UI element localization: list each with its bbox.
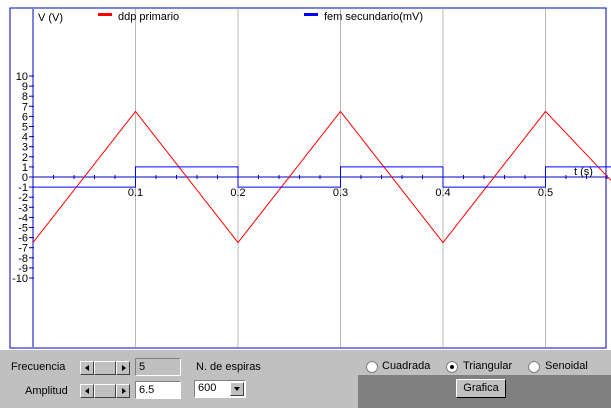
amplitud-increase-button[interactable] <box>116 384 130 398</box>
legend-label: ddp primario <box>118 11 179 23</box>
y-tick-label: -10 <box>12 273 28 285</box>
espiras-select[interactable]: 600 <box>194 380 246 398</box>
radio-cuadrada[interactable] <box>366 361 378 373</box>
x-tick-label: 0.2 <box>230 187 245 199</box>
legend-swatch <box>304 13 318 16</box>
amplitud-input[interactable]: 6.5 <box>135 381 181 399</box>
x-tick-label: 0.5 <box>538 187 553 199</box>
legend-swatch <box>98 13 112 16</box>
plot-area: 10 9 8 7 6 5 4 3 2 1 0 -1 -2 -3 -4 -5 -6 -7 -8 -9 -10 0.1 0.2 0… <box>0 0 611 350</box>
chevron-down-icon[interactable] <box>230 382 244 396</box>
frecuencia-label: Frecuencia <box>11 361 66 373</box>
espiras-label: N. de espiras <box>196 361 261 373</box>
x-tick-label: 0.1 <box>128 187 143 199</box>
x-tick-label: 0.3 <box>333 187 348 199</box>
amplitud-scroll-track[interactable] <box>94 384 116 398</box>
amplitud-label: Amplitud <box>25 385 68 397</box>
y-axis-label: V (V) <box>38 12 63 24</box>
x-axis-label: t (s) <box>574 166 593 178</box>
grafica-button[interactable]: Grafica <box>456 379 506 398</box>
frecuencia-value-field: 5 <box>135 358 181 376</box>
radio-triangular[interactable] <box>446 361 458 373</box>
amplitud-decrease-button[interactable] <box>80 384 94 398</box>
radio-senoidal-label[interactable]: Senoidal <box>545 360 588 372</box>
frecuencia-decrease-button[interactable] <box>80 361 94 375</box>
radio-triangular-label[interactable]: Triangular <box>463 360 512 372</box>
chart: 109876543210-1-2-3-4-5-6-7-8-9-100.1 0.2 0… <box>9 7 611 349</box>
radio-cuadrada-label[interactable]: Cuadrada <box>382 360 430 372</box>
frecuencia-increase-button[interactable] <box>116 361 130 375</box>
frecuencia-scroll-track[interactable] <box>94 361 116 375</box>
x-tick-label: 0.4 <box>435 187 450 199</box>
espiras-select-value: 600 <box>198 382 217 394</box>
plot-frame <box>9 7 607 349</box>
legend-label: fem secundario(mV) <box>324 11 423 23</box>
radio-senoidal[interactable] <box>528 361 540 373</box>
